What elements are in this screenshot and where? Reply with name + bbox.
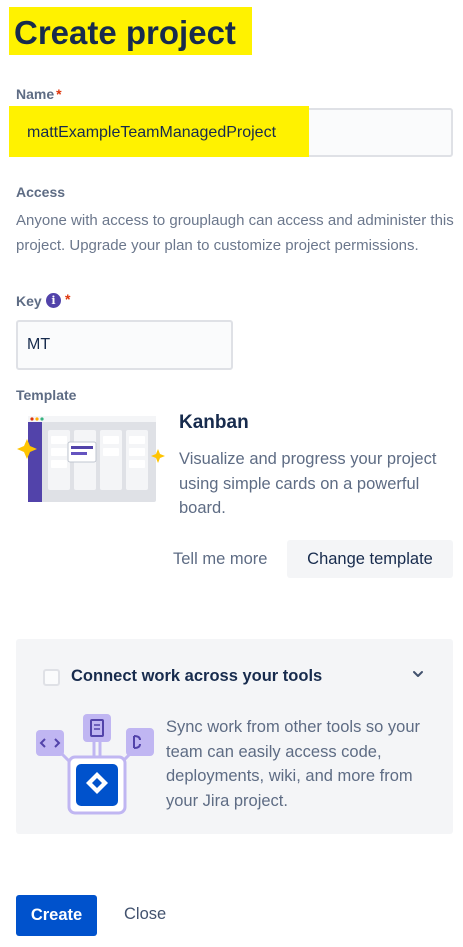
create-button[interactable]: Create [16, 895, 97, 936]
page-title: Create project [14, 14, 236, 51]
connect-tools-title[interactable]: Connect work across your tools [71, 667, 322, 686]
name-label-text: Name [16, 86, 55, 102]
template-description: Visualize and progress your project usin… [179, 450, 437, 517]
key-label-text: Key [16, 293, 42, 309]
key-input-value[interactable]: MT [27, 336, 50, 354]
template-label: Template [16, 387, 77, 403]
chevron-down-icon[interactable] [410, 666, 426, 682]
tell-me-more-link[interactable]: Tell me more [173, 550, 267, 569]
info-icon[interactable]: i [46, 293, 61, 308]
connect-tools-illustration [36, 714, 154, 815]
required-marker: * [56, 86, 62, 102]
kanban-illustration [17, 416, 165, 502]
name-label: Name * [16, 86, 62, 102]
name-input-value[interactable]: mattExampleTeamManagedProject [27, 124, 276, 142]
template-name: Kanban [179, 412, 249, 433]
change-template-button[interactable]: Change template [287, 540, 453, 578]
access-description: Anyone with access to grouplaugh can acc… [16, 212, 454, 254]
key-label: Key [16, 293, 42, 309]
connect-tools-description: Sync work from other tools so your team … [166, 718, 421, 810]
key-required-marker: * [65, 291, 71, 307]
access-label: Access [16, 184, 66, 200]
close-button[interactable]: Close [124, 905, 166, 924]
connect-tools-checkbox[interactable] [43, 669, 60, 686]
